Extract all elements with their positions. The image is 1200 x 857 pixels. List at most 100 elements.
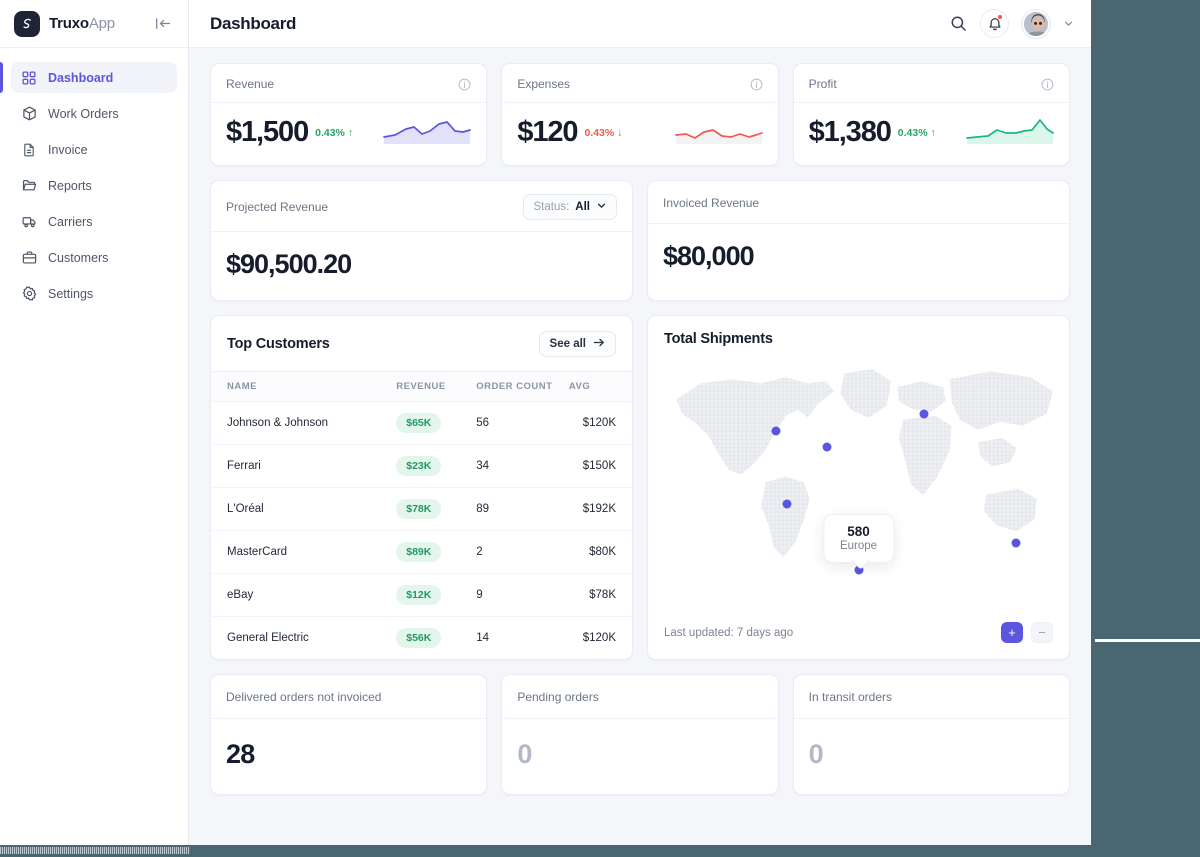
horizontal-scrollbar[interactable] xyxy=(0,845,1091,857)
cell-revenue: $56K xyxy=(396,617,476,660)
sidebar-item-label: Reports xyxy=(48,178,92,193)
truxo-logo-icon xyxy=(14,10,40,37)
map-marker[interactable] xyxy=(822,442,832,452)
tooltip-region: Europe xyxy=(839,539,878,552)
map-marker[interactable] xyxy=(919,409,929,419)
cell-order-count: 9 xyxy=(476,573,569,617)
info-icon[interactable] xyxy=(1041,78,1054,91)
cell-name: MasterCard xyxy=(211,530,397,574)
sidebar-item-carriers[interactable]: Carriers xyxy=(11,206,177,237)
search-icon[interactable] xyxy=(950,15,967,32)
box-icon xyxy=(21,106,37,122)
revenue-badge: $23K xyxy=(396,456,442,476)
top-customers-header: Top Customers See all xyxy=(211,316,632,372)
table-row[interactable]: MasterCard $89K 2 $80K xyxy=(211,530,632,574)
revenue-badge: $12K xyxy=(396,585,442,605)
render-artifact-line xyxy=(1095,639,1200,642)
sidebar-item-dashboard[interactable]: Dashboard xyxy=(0,62,177,93)
cell-name: General Electric xyxy=(227,632,309,644)
table-row[interactable]: Johnson & Johnson $65K 56 $120K xyxy=(211,401,632,445)
see-all-label: See all xyxy=(549,338,586,350)
cell-name: eBay xyxy=(211,573,397,617)
table-row[interactable]: Ferrari $23K 34 $150K xyxy=(211,444,632,488)
cell-order-count: 34 xyxy=(476,444,569,488)
collapse-sidebar-icon[interactable] xyxy=(155,16,174,31)
main-area: Dashboard Revenue $1,500 0.43% ↑ Expense… xyxy=(189,0,1091,845)
kpi-card-profit: Profit $1,380 0.43% ↑ xyxy=(792,63,1070,166)
sidebar-item-settings[interactable]: Settings xyxy=(11,278,177,309)
map-marker[interactable] xyxy=(1011,538,1021,548)
kpi-card-expenses: Expenses $120 0.43% ↓ xyxy=(501,63,779,166)
kpi-label: Expenses xyxy=(517,77,571,91)
kpi-delta: 0.43% ↑ xyxy=(315,126,354,139)
column-header-avg: AVG xyxy=(568,372,632,402)
sidebar-item-customers[interactable]: Customers xyxy=(11,242,177,273)
map-marker[interactable] xyxy=(782,499,792,509)
column-header-revenue: REVENUE xyxy=(396,372,477,402)
status-filter-dropdown[interactable]: Status: All xyxy=(523,194,617,220)
user-avatar[interactable] xyxy=(1022,9,1050,38)
map-tooltip: 580 Europe xyxy=(822,513,895,563)
cell-revenue: $78K xyxy=(396,487,477,531)
brand-name-bold: Truxo xyxy=(49,15,89,32)
stat-card-body: 0 xyxy=(794,719,1069,794)
cell-avg: $192K xyxy=(568,487,632,531)
cell-name: L'Oréal xyxy=(211,487,397,531)
gear-icon xyxy=(21,286,37,302)
truck-icon xyxy=(21,214,37,230)
sidebar-nav: Dashboard Work Orders Invoice Reports Ca… xyxy=(0,48,188,314)
total-shipments-header: Total Shipments xyxy=(648,316,1069,353)
info-icon[interactable] xyxy=(750,78,763,91)
kpi-row: Revenue $1,500 0.43% ↑ Expenses $120 0.4… xyxy=(210,63,1070,166)
arrow-right-icon xyxy=(593,337,605,351)
dashboard-content: Revenue $1,500 0.43% ↑ Expenses $120 0.4… xyxy=(189,48,1091,845)
map-zoom-controls: + − xyxy=(1001,622,1053,643)
kpi-delta: 0.43% ↓ xyxy=(584,126,623,139)
map-marker[interactable] xyxy=(771,426,781,436)
stat-card-pending-orders: Pending orders 0 xyxy=(501,674,779,795)
sidebar-item-label: Work Orders xyxy=(48,106,119,121)
revenue-badge: $78K xyxy=(396,499,442,519)
revenue-sparkline xyxy=(383,113,472,152)
notification-dot xyxy=(997,14,1003,20)
world-map[interactable]: 580 Europe xyxy=(648,353,1069,622)
projected-revenue-value: $90,500.20 xyxy=(226,249,352,279)
table-row[interactable]: L'Oréal $78K 89 $192K xyxy=(211,487,632,531)
projected-revenue-label: Projected Revenue xyxy=(226,200,329,214)
kpi-body: $1,500 0.43% ↑ xyxy=(211,103,486,165)
scrollbar-thumb[interactable] xyxy=(0,847,190,854)
brand-name-light: App xyxy=(88,15,115,32)
sidebar-item-invoice[interactable]: Invoice xyxy=(11,134,177,165)
info-icon[interactable] xyxy=(458,78,471,91)
chevron-down-icon[interactable] xyxy=(1063,18,1074,29)
kpi-label: Revenue xyxy=(226,77,275,91)
kpi-delta: 0.43% ↑ xyxy=(897,126,936,139)
invoiced-revenue-body: $80,000 xyxy=(648,224,1069,292)
sidebar-item-reports[interactable]: Reports xyxy=(11,170,177,201)
notification-bell-icon[interactable] xyxy=(980,9,1009,38)
cell-order-count: 2 xyxy=(476,530,569,574)
invoiced-revenue-value: $80,000 xyxy=(663,241,755,271)
table-row[interactable]: eBay $12K 9 $78K xyxy=(211,573,632,617)
column-header-order-count: ORDER COUNT xyxy=(476,372,569,402)
page-title: Dashboard xyxy=(210,13,297,33)
total-shipments-panel: Total Shipments 580 Europe Last updated:… xyxy=(647,315,1070,660)
cell-order-count: 56 xyxy=(476,401,569,445)
stat-card-value: 0 xyxy=(808,739,824,769)
sidebar-item-work-orders[interactable]: Work Orders xyxy=(11,98,177,129)
briefcase-icon xyxy=(21,250,37,266)
zoom-in-button[interactable]: + xyxy=(1001,622,1023,643)
see-all-button[interactable]: See all xyxy=(538,331,616,357)
table-row[interactable]: General Electric $56K 14 $120K xyxy=(211,617,632,660)
sidebar-item-label: Dashboard xyxy=(48,70,114,85)
sidebar-item-label: Settings xyxy=(48,286,94,301)
stat-card-in-transit-orders: In transit orders 0 xyxy=(792,674,1070,795)
zoom-out-button[interactable]: − xyxy=(1031,622,1053,643)
invoiced-revenue-label: Invoiced Revenue xyxy=(663,196,760,210)
kpi-value: $120 xyxy=(517,116,578,148)
kpi-value: $1,380 xyxy=(808,116,892,148)
stat-card-label: Delivered orders not invoiced xyxy=(226,690,382,704)
top-customers-panel: Top Customers See all NAME REVENUE ORDER… xyxy=(210,315,633,660)
topbar-actions xyxy=(950,9,1074,38)
top-customers-table: NAME REVENUE ORDER COUNT AVG Johnson & J… xyxy=(211,372,632,659)
